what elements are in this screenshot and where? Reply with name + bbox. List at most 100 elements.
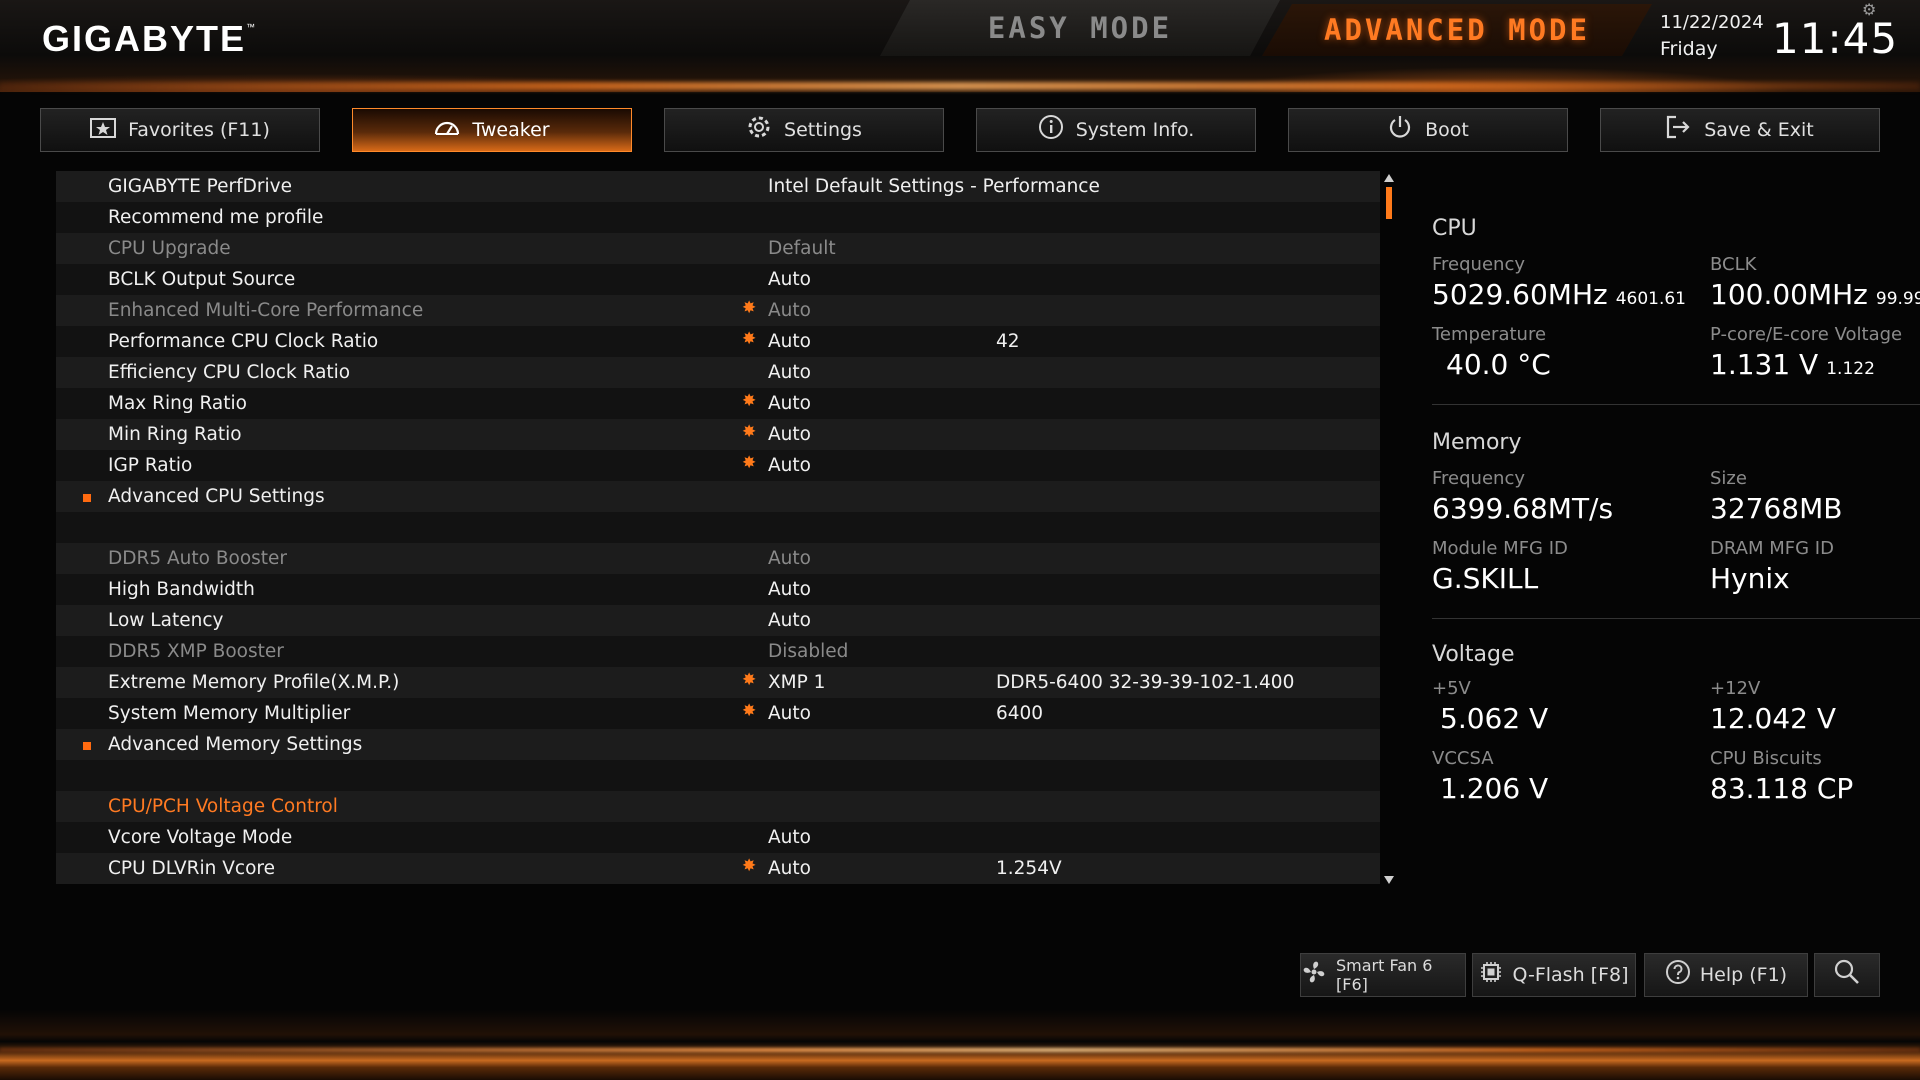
dram-mfg-label: DRAM MFG ID bbox=[1710, 538, 1834, 559]
setting-current-info: DDR5-6400 32-39-39-102-1.400 bbox=[996, 672, 1295, 693]
setting-name: DDR5 XMP Booster bbox=[108, 641, 284, 662]
main-tabs: Favorites (F11) Tweaker Settings System … bbox=[40, 108, 1882, 154]
setting-value[interactable]: Auto bbox=[768, 264, 811, 295]
setting-name: Max Ring Ratio bbox=[108, 393, 247, 414]
setting-name: CPU Upgrade bbox=[108, 238, 231, 259]
info-icon bbox=[1038, 114, 1064, 146]
setting-row-recommend-profile[interactable]: Recommend me profile bbox=[56, 202, 1380, 233]
favorite-star-icon[interactable]: ✸ bbox=[742, 851, 756, 882]
setting-value[interactable]: Auto bbox=[768, 574, 811, 605]
tab-save-exit[interactable]: Save & Exit bbox=[1600, 108, 1880, 152]
favorite-star-icon[interactable]: ✸ bbox=[742, 696, 756, 727]
submenu-advanced-memory-settings[interactable]: Advanced Memory Settings bbox=[56, 729, 1380, 760]
smart-fan-label: Smart Fan 6 [F6] bbox=[1336, 956, 1433, 994]
setting-name: BCLK Output Source bbox=[108, 269, 296, 290]
vccsa-value: 1.206 V bbox=[1440, 772, 1549, 805]
setting-row-igp-ratio[interactable]: IGP Ratio ✸ Auto bbox=[56, 450, 1380, 481]
date-display: 11/22/2024 bbox=[1660, 12, 1764, 33]
setting-row-high-bandwidth[interactable]: High Bandwidth Auto bbox=[56, 574, 1380, 605]
cpu-temperature-label: Temperature bbox=[1432, 324, 1547, 345]
scroll-up-arrow-icon[interactable] bbox=[1384, 174, 1394, 182]
setting-name: Min Ring Ratio bbox=[108, 424, 242, 445]
memory-frequency-value: 6399.68MT/s bbox=[1432, 492, 1614, 525]
chip-icon bbox=[1479, 960, 1503, 990]
setting-value[interactable]: Auto bbox=[768, 326, 811, 357]
tab-tweaker[interactable]: Tweaker bbox=[352, 108, 632, 152]
favorite-star-icon[interactable]: ✸ bbox=[742, 448, 756, 479]
tab-boot[interactable]: Boot bbox=[1288, 108, 1568, 152]
day-display: Friday bbox=[1660, 38, 1718, 60]
cpu-biscuits-value: 83.118 CP bbox=[1710, 772, 1854, 805]
setting-row-perf-cpu-ratio[interactable]: Performance CPU Clock Ratio ✸ Auto 42 bbox=[56, 326, 1380, 357]
setting-current-info: 42 bbox=[996, 331, 1020, 352]
tab-label: System Info. bbox=[1075, 119, 1195, 141]
scroll-down-arrow-icon[interactable] bbox=[1384, 876, 1394, 884]
help-button[interactable]: Help (F1) bbox=[1644, 953, 1808, 997]
setting-row-low-latency[interactable]: Low Latency Auto bbox=[56, 605, 1380, 636]
cpu-frequency-label: Frequency bbox=[1432, 254, 1525, 275]
submenu-bullet-icon bbox=[83, 742, 91, 750]
favorite-star-icon[interactable]: ✸ bbox=[742, 293, 756, 324]
setting-name: Performance CPU Clock Ratio bbox=[108, 331, 379, 352]
setting-value[interactable]: Auto bbox=[768, 853, 811, 884]
setting-value[interactable]: Auto bbox=[768, 419, 811, 450]
setting-row-bclk-output-source[interactable]: BCLK Output Source Auto bbox=[56, 264, 1380, 295]
setting-value[interactable]: Auto bbox=[768, 605, 811, 636]
setting-value[interactable]: Auto bbox=[768, 698, 811, 729]
setting-name: GIGABYTE PerfDrive bbox=[108, 176, 292, 197]
memory-size-value: 32768MB bbox=[1710, 492, 1843, 525]
setting-value[interactable]: Intel Default Settings - Performance bbox=[768, 171, 1100, 202]
setting-row-perfdrive[interactable]: GIGABYTE PerfDrive Intel Default Setting… bbox=[56, 171, 1380, 202]
setting-name: Enhanced Multi-Core Performance bbox=[108, 300, 424, 321]
gear-icon bbox=[746, 114, 772, 146]
clock-display: 11:45 bbox=[1772, 14, 1899, 63]
setting-row-vcore-voltage-mode[interactable]: Vcore Voltage Mode Auto bbox=[56, 822, 1380, 853]
plus5v-value: 5.062 V bbox=[1440, 702, 1549, 735]
settings-scrollbar[interactable] bbox=[1384, 171, 1394, 884]
setting-row-dlvrin-vcore[interactable]: CPU DLVRin Vcore ✸ Auto 1.254V bbox=[56, 853, 1380, 884]
setting-row-xmp-profile[interactable]: Extreme Memory Profile(X.M.P.) ✸ XMP 1 D… bbox=[56, 667, 1380, 698]
setting-row-eff-cpu-ratio[interactable]: Efficiency CPU Clock Ratio Auto bbox=[56, 357, 1380, 388]
tab-favorites[interactable]: Favorites (F11) bbox=[40, 108, 320, 152]
setting-name: Extreme Memory Profile(X.M.P.) bbox=[108, 672, 400, 693]
setting-row-max-ring-ratio[interactable]: Max Ring Ratio ✸ Auto bbox=[56, 388, 1380, 419]
cpu-voltage-label: P-core/E-core Voltage bbox=[1710, 324, 1903, 345]
gauge-icon bbox=[434, 117, 460, 143]
q-flash-button[interactable]: Q-Flash [F8] bbox=[1472, 953, 1636, 997]
plus12v-value: 12.042 V bbox=[1710, 702, 1837, 735]
help-label: Help (F1) bbox=[1699, 964, 1788, 986]
setting-name: Advanced CPU Settings bbox=[108, 486, 325, 507]
setting-value[interactable]: Auto bbox=[768, 357, 811, 388]
favorite-star-icon[interactable]: ✸ bbox=[742, 417, 756, 448]
power-icon bbox=[1387, 114, 1413, 146]
favorite-star-icon[interactable]: ✸ bbox=[742, 386, 756, 417]
favorite-star-icon[interactable]: ✸ bbox=[742, 665, 756, 696]
setting-value[interactable]: Auto bbox=[768, 388, 811, 419]
setting-value[interactable]: Auto bbox=[768, 822, 811, 853]
settings-gear-icon[interactable]: ⚙ bbox=[1862, 0, 1876, 19]
exit-icon bbox=[1666, 115, 1692, 145]
search-button[interactable] bbox=[1814, 953, 1880, 997]
bclk-value: 100.00MHz 99.99 bbox=[1710, 278, 1920, 311]
setting-row-memory-multiplier[interactable]: System Memory Multiplier ✸ Auto 6400 bbox=[56, 698, 1380, 729]
star-icon bbox=[90, 116, 117, 144]
bottom-glow-line bbox=[0, 1048, 1920, 1052]
submenu-bullet-icon bbox=[83, 494, 91, 502]
advanced-mode-button[interactable]: ADVANCED MODE bbox=[1262, 4, 1652, 56]
submenu-advanced-cpu-settings[interactable]: Advanced CPU Settings bbox=[56, 481, 1380, 512]
smart-fan-button[interactable]: Smart Fan 6 [F6] bbox=[1300, 953, 1466, 997]
setting-value[interactable]: Auto bbox=[768, 450, 811, 481]
setting-row-min-ring-ratio[interactable]: Min Ring Ratio ✸ Auto bbox=[56, 419, 1380, 450]
setting-value: Auto bbox=[768, 300, 811, 321]
tab-settings[interactable]: Settings bbox=[664, 108, 944, 152]
scroll-thumb[interactable] bbox=[1386, 187, 1392, 219]
setting-name: System Memory Multiplier bbox=[108, 703, 351, 724]
setting-value[interactable]: XMP 1 bbox=[768, 667, 825, 698]
tab-label: Settings bbox=[784, 119, 862, 141]
easy-mode-button[interactable]: EASY MODE bbox=[880, 0, 1280, 56]
memory-frequency-label: Frequency bbox=[1432, 468, 1525, 489]
setting-row-ddr5-auto-booster: DDR5 Auto Booster Auto bbox=[56, 543, 1380, 574]
favorite-star-icon[interactable]: ✸ bbox=[742, 324, 756, 355]
tab-system-info[interactable]: System Info. bbox=[976, 108, 1256, 152]
cpu-biscuits-label: CPU Biscuits bbox=[1710, 748, 1822, 769]
